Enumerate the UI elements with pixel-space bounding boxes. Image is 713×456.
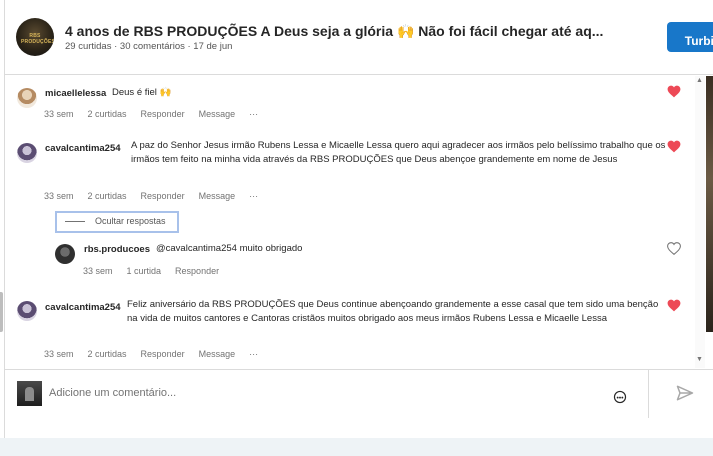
message-button[interactable]: Message (199, 191, 236, 201)
comment-meta: 33 sem 2 curtidas Responder Message ··· (44, 191, 258, 201)
message-button[interactable]: Message (199, 109, 236, 119)
more-options-icon[interactable]: ··· (249, 349, 258, 359)
reply-likes[interactable]: 1 curtida (127, 266, 162, 276)
comment-username[interactable]: cavalcantima254 (45, 143, 121, 154)
page-background-strip (0, 438, 713, 456)
avatar-logo-text: RBS PRODUÇÕES (21, 33, 54, 45)
comment-text: Feliz aniversário da RBS PRODUÇÕES que D… (127, 299, 659, 324)
comment-input[interactable] (49, 383, 549, 403)
comment-time: 33 sem (44, 109, 74, 119)
post-meta: 29 curtidas · 30 comentários · 17 de jun (65, 41, 233, 52)
reply-button[interactable]: Responder (141, 109, 185, 119)
reply-username[interactable]: rbs.producoes (84, 244, 150, 255)
send-icon[interactable] (675, 383, 695, 403)
composer-divider (648, 370, 649, 418)
boost-button[interactable]: Turbin (667, 22, 713, 52)
avatar[interactable] (17, 301, 37, 321)
comment-likes[interactable]: 2 curtidas (88, 349, 127, 359)
post-title: 4 anos de RBS PRODUÇÕES A Deus seja a gl… (65, 23, 604, 39)
comment-likes[interactable]: 2 curtidas (88, 109, 127, 119)
comment-text: A paz do Senhor Jesus irmão Rubens Lessa… (131, 140, 666, 165)
post-avatar[interactable]: RBS PRODUÇÕES (16, 18, 54, 56)
comments-scrollbar[interactable]: ▲ ▼ (695, 76, 705, 368)
comment-username[interactable]: micaellelessa (45, 88, 106, 99)
reply-time: 33 sem (83, 266, 113, 276)
reply-button[interactable]: Responder (141, 349, 185, 359)
post-header: RBS PRODUÇÕES 4 anos de RBS PRODUÇÕES A … (5, 0, 713, 75)
avatar[interactable] (55, 244, 75, 264)
more-options-icon[interactable]: ··· (249, 109, 258, 119)
hide-replies-label: Ocultar respostas (95, 216, 166, 226)
comment-text: Deus é fiel 🙌 (112, 87, 172, 98)
comment-meta: 33 sem 2 curtidas Responder Message ··· (44, 349, 258, 359)
scroll-down-icon[interactable]: ▼ (696, 356, 703, 363)
heart-outline-icon[interactable] (667, 242, 681, 255)
heart-filled-icon[interactable] (667, 140, 681, 153)
post-comments-panel: RBS PRODUÇÕES 4 anos de RBS PRODUÇÕES A … (0, 0, 713, 456)
comment-likes[interactable]: 2 curtidas (88, 191, 127, 201)
comments-list[interactable]: micaellelessa Deus é fiel 🙌 33 sem 2 cur… (5, 76, 705, 368)
heart-filled-icon[interactable] (667, 299, 681, 312)
replies-line (65, 221, 85, 223)
comment-time: 33 sem (44, 349, 74, 359)
comment-time: 33 sem (44, 191, 74, 201)
reply-meta: 33 sem 1 curtida Responder (83, 266, 219, 276)
message-button[interactable]: Message (199, 349, 236, 359)
hide-replies-button[interactable]: Ocultar respostas (55, 211, 179, 233)
emoji-icon[interactable] (613, 390, 627, 404)
comment-username[interactable]: cavalcantima254 (45, 302, 121, 313)
heart-filled-icon[interactable] (667, 85, 681, 98)
comment-meta: 33 sem 2 curtidas Responder Message ··· (44, 109, 258, 119)
avatar[interactable] (17, 88, 37, 108)
reply-text: @cavalcantima254 muito obrigado (156, 243, 303, 254)
reply-button[interactable]: Responder (175, 266, 219, 276)
avatar-figure (25, 387, 34, 401)
reply-button[interactable]: Responder (141, 191, 185, 201)
scroll-up-icon[interactable]: ▲ (696, 77, 703, 84)
drag-handle[interactable] (0, 292, 3, 332)
avatar[interactable] (17, 143, 37, 163)
post-media-edge (706, 76, 713, 332)
comment-composer (5, 369, 713, 438)
more-options-icon[interactable]: ··· (249, 191, 258, 201)
current-user-avatar (17, 381, 42, 406)
